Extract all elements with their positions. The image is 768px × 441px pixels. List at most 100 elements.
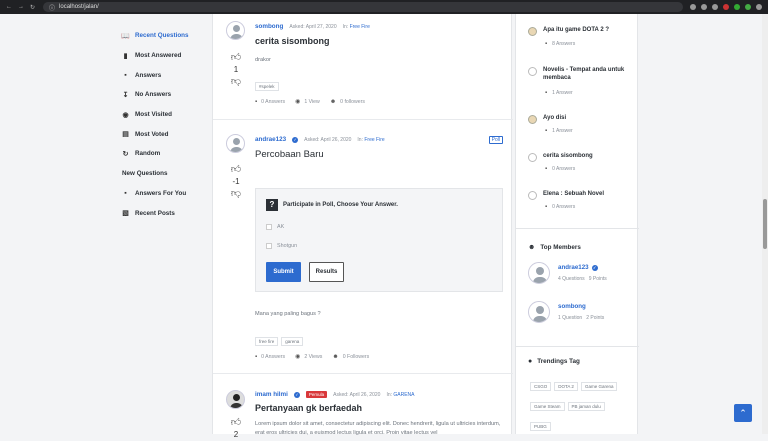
answers-count[interactable]: 0 Answers [261, 99, 285, 105]
extension-icon[interactable] [712, 4, 718, 10]
member-questions: 4 Questions [558, 276, 585, 282]
checkbox[interactable] [266, 224, 272, 230]
sidebar-item-label: Answers For You [135, 189, 187, 197]
extension-icon[interactable] [723, 4, 729, 10]
sidebar-item-answers-for-you[interactable]: ▪ Answers For You [110, 184, 210, 204]
question-title[interactable]: Pertanyaan gk berfaedah [255, 403, 362, 413]
question-meta: imam hilmi ✓ Pemula Asked: April 26, 202… [255, 391, 415, 398]
asked-date: Asked: April 26, 2020 [333, 391, 381, 398]
avatar [528, 115, 537, 124]
back-icon[interactable]: ← [6, 4, 12, 11]
browser-toolbar: ← → ↻ ⓘ localhost/jalan/ [0, 0, 768, 14]
question-feed: sombong Asked: April 27, 2020 In: Free F… [212, 14, 513, 439]
reload-icon[interactable]: ↻ [30, 4, 35, 11]
author-link[interactable]: sombong [255, 23, 283, 30]
sidebar-item-most-visited[interactable]: ◉ Most Visited [110, 105, 210, 125]
tag[interactable]: PB jaman dulu [567, 402, 605, 411]
scrollbar[interactable] [762, 14, 768, 434]
search-icon[interactable] [690, 4, 696, 10]
tag[interactable]: Game Garena [580, 382, 618, 391]
avatar[interactable] [528, 262, 550, 284]
question-card: imam hilmi ✓ Pemula Asked: April 26, 202… [213, 374, 513, 439]
profile-icon[interactable] [745, 4, 751, 10]
scrollbar-thumb[interactable] [763, 199, 767, 249]
sidebar-question-title[interactable]: Ayo disi [543, 114, 638, 122]
sidebar-item-no-answers[interactable]: ↧ No Answers [110, 85, 210, 105]
sidebar-item-label: Most Voted [135, 130, 169, 138]
submit-button[interactable]: Submit [266, 262, 301, 282]
thumbs-up-icon[interactable]: 👍︎ [230, 417, 242, 429]
sidebar-item-most-answered[interactable]: ▮ Most Answered [110, 46, 210, 66]
author-link[interactable]: andrae123 [255, 136, 286, 143]
tag[interactable]: #spelek [255, 82, 279, 91]
vote-count: 1 [233, 65, 239, 74]
avatar[interactable] [226, 134, 245, 153]
category-prefix: In: [342, 23, 349, 30]
avatar [528, 191, 537, 200]
thumbs-up-icon[interactable]: 👍︎ [230, 52, 242, 64]
avatar[interactable] [226, 21, 245, 40]
tag[interactable]: DOTA 2 [554, 382, 578, 391]
verified-icon: ✓ [591, 264, 598, 271]
thumbs-up-icon[interactable]: 👍︎ [230, 164, 242, 176]
category-link[interactable]: GARENA [393, 392, 414, 398]
question-card: andrae123 ✓ Asked: April 26, 2020 In: Fr… [213, 120, 513, 374]
avatar [528, 153, 537, 162]
sidebar-question-title[interactable]: cerita sisombong [543, 152, 638, 160]
sidebar-item-answers[interactable]: ▪ Answers [110, 65, 210, 85]
question-title[interactable]: cerita sisombong [255, 36, 330, 46]
member-questions: 1 Question [558, 315, 583, 321]
category-link[interactable]: Free Fire [350, 24, 370, 30]
category-link[interactable]: Free Fire [364, 137, 384, 143]
checkbox[interactable] [266, 243, 272, 249]
member-name[interactable]: andrae123 [558, 264, 589, 271]
comment-icon: ▪ [255, 353, 258, 360]
sidebar-question-title[interactable]: Novelis - Tempat anda untuk membaca [543, 66, 638, 82]
poll-option-label: Shotgun [277, 243, 298, 249]
poll-option[interactable]: AK [266, 224, 284, 230]
thumbs-down-icon[interactable]: 👎︎ [230, 188, 242, 200]
sidebar-item-recent-questions[interactable]: 📖 Recent Questions [110, 26, 210, 46]
tag-icon: ● [528, 358, 533, 365]
avatar[interactable] [528, 301, 550, 323]
answers-count: 0 Answers [552, 204, 576, 210]
trending-tags-heading: ● Trendings Tag [528, 358, 580, 365]
tag[interactable]: CSGO [530, 382, 552, 391]
star-icon[interactable] [701, 4, 707, 10]
info-icon: ⓘ [49, 5, 56, 12]
users-icon: ☻ [528, 244, 536, 251]
sidebar-item-recent-posts[interactable]: ▧ Recent Posts [110, 203, 210, 223]
sidebar-question-title[interactable]: Apa itu game DOTA 2 ? [543, 26, 638, 34]
avatar[interactable] [226, 390, 245, 409]
author-link[interactable]: imam hilmi [255, 391, 288, 398]
forward-icon[interactable]: → [18, 4, 24, 11]
sidebar-item-new-questions[interactable]: New Questions [110, 164, 210, 184]
address-bar[interactable]: ⓘ localhost/jalan/ [43, 2, 684, 12]
member-name[interactable]: sombong [558, 303, 586, 310]
menu-icon[interactable] [756, 4, 762, 10]
views-count: 2 Views [304, 353, 323, 360]
answers-count[interactable]: 0 Answers [261, 354, 285, 360]
tag[interactable]: free fire [255, 337, 279, 346]
verified-icon: ✓ [293, 391, 300, 398]
tag[interactable]: PUBG [530, 422, 551, 431]
divider [516, 346, 639, 347]
right-sidebar: Apa itu game DOTA 2 ? ▪ 8 Answers Novelis… [515, 14, 639, 434]
scroll-to-top-button[interactable]: ⌃ [734, 404, 752, 422]
results-button[interactable]: Results [309, 262, 344, 282]
sidebar-item-label: No Answers [135, 91, 172, 99]
poll-option[interactable]: Shotgun [266, 243, 297, 249]
sidebar-question-title[interactable]: Elena : Sebuah Novel [543, 190, 638, 198]
refresh-icon: ↻ [122, 150, 129, 158]
tag[interactable]: garena [281, 337, 304, 346]
extension-icon[interactable] [734, 4, 740, 10]
sidebar-item-random[interactable]: ↻ Random [110, 144, 210, 164]
sidebar-item-label: New Questions [122, 170, 168, 178]
eye-icon: ◉ [295, 354, 301, 360]
widget-title: Trendings Tag [537, 358, 580, 365]
thumbs-down-icon[interactable]: 👎︎ [230, 76, 242, 88]
sidebar-item-most-voted[interactable]: ▤ Most Voted [110, 124, 210, 144]
question-title[interactable]: Percobaan Baru [255, 149, 324, 160]
sidebar-item-label: Answers [135, 71, 162, 79]
tag[interactable]: Game Steam [530, 402, 565, 411]
